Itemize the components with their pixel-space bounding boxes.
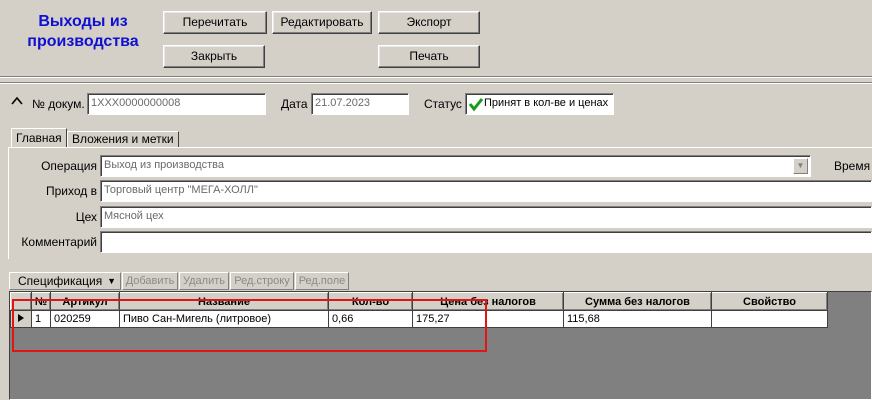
income-label: Приход в [46, 184, 97, 198]
add-button[interactable]: Добавить [122, 272, 178, 290]
delete-button[interactable]: Удалить [179, 272, 229, 290]
chevron-down-icon: ▼ [107, 276, 116, 286]
comment-label: Комментарий [21, 235, 97, 249]
checkmark-icon [468, 96, 484, 112]
spec-label: Спецификация [18, 274, 103, 288]
separator [0, 82, 872, 84]
close-button[interactable]: Закрыть [163, 45, 265, 68]
column-header[interactable]: Свойство [711, 292, 828, 311]
date-field[interactable]: 21.07.2023 [311, 93, 409, 115]
edit-field-button[interactable]: Ред.поле [295, 272, 349, 290]
comment-field[interactable] [100, 231, 872, 253]
highlight-box [12, 299, 487, 352]
shop-label: Цех [75, 210, 97, 224]
print-button[interactable]: Печать [378, 45, 480, 68]
doc-number-label: № докум. [32, 97, 85, 111]
operation-select[interactable]: Выход из производства ▼ [100, 155, 811, 177]
operation-label: Операция [41, 159, 97, 173]
reread-button[interactable]: Перечитать [163, 11, 267, 34]
shop-field[interactable]: Мясной цех [100, 206, 872, 228]
income-field[interactable]: Торговый центр "МЕГА-ХОЛЛ" [100, 180, 872, 202]
date-label: Дата [281, 97, 308, 111]
doc-number-field[interactable]: 1XXX0000000008 [87, 93, 266, 115]
chevron-up-icon[interactable] [10, 94, 24, 108]
edit-row-button[interactable]: Ред.строку [230, 272, 294, 290]
edit-button[interactable]: Редактировать [272, 11, 372, 34]
chevron-down-icon[interactable]: ▼ [793, 158, 808, 174]
status-label: Статус [424, 97, 462, 111]
export-button[interactable]: Экспорт [378, 11, 480, 34]
status-value: Принят в кол-ве и ценах [484, 97, 609, 109]
page-title: Выходы из производства [27, 13, 139, 50]
separator [0, 76, 872, 78]
tab-attachments[interactable]: Вложения и метки [67, 131, 179, 148]
status-field[interactable]: Принят в кол-ве и ценах [465, 93, 614, 115]
spec-dropdown[interactable]: Спецификация ▼ [9, 272, 121, 290]
operation-value: Выход из производства [104, 159, 224, 171]
cell-sum[interactable]: 115,68 [563, 310, 712, 328]
cell-property[interactable] [711, 310, 828, 328]
column-header[interactable]: Сумма без налогов [563, 292, 712, 311]
tab-main[interactable]: Главная [11, 128, 67, 148]
